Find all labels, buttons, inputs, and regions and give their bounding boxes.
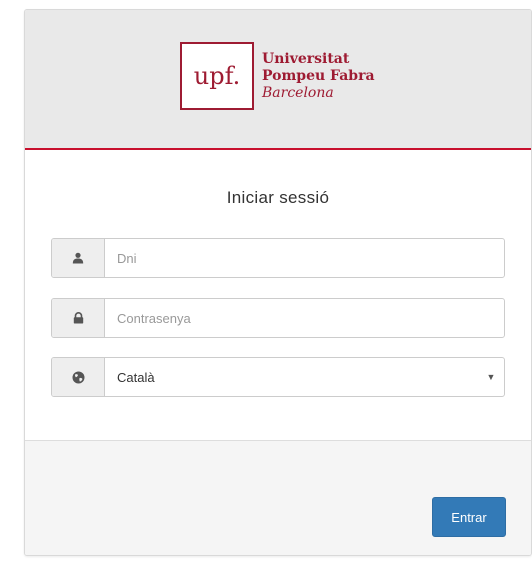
upf-logo: upf. Universitat Pompeu Fabra Barcelona bbox=[180, 40, 375, 112]
login-panel: upf. Universitat Pompeu Fabra Barcelona … bbox=[24, 9, 532, 556]
globe-icon bbox=[72, 371, 85, 384]
logo-line-3: Barcelona bbox=[262, 84, 334, 101]
language-selected-value: Català bbox=[117, 369, 155, 385]
panel-header: upf. Universitat Pompeu Fabra Barcelona bbox=[25, 10, 531, 150]
language-addon bbox=[52, 358, 105, 396]
password-addon bbox=[52, 299, 105, 337]
panel-footer: Entrar bbox=[25, 440, 531, 555]
page-title: Iniciar sessió bbox=[226, 188, 330, 207]
logo-text: Universitat Pompeu Fabra Barcelona bbox=[262, 51, 375, 102]
lock-icon bbox=[73, 312, 84, 324]
password-field bbox=[51, 298, 505, 338]
logo-mark-text: upf. bbox=[193, 62, 241, 90]
logo-line-2: Pompeu Fabra bbox=[262, 67, 375, 84]
username-addon bbox=[52, 239, 105, 277]
language-select[interactable]: Català ▼ bbox=[51, 357, 505, 397]
password-input[interactable] bbox=[105, 299, 504, 337]
chevron-down-icon: ▼ bbox=[486, 372, 496, 382]
submit-button[interactable]: Entrar bbox=[432, 497, 506, 537]
username-field bbox=[51, 238, 505, 278]
user-icon bbox=[72, 252, 84, 264]
logo-line-1: Universitat bbox=[262, 50, 350, 67]
logo-mark: upf. bbox=[180, 42, 254, 110]
dni-input[interactable] bbox=[105, 239, 504, 277]
